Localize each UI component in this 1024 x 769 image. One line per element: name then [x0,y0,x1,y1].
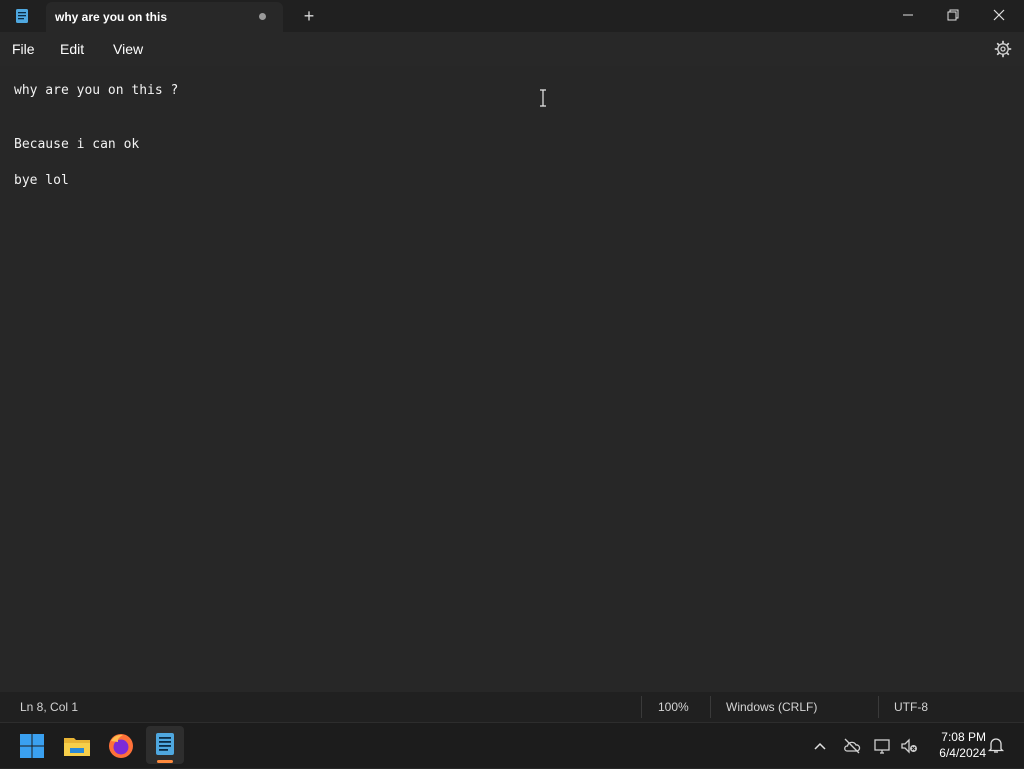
menu-view[interactable]: View [113,41,143,57]
start-icon[interactable] [16,730,48,762]
close-icon [993,9,1005,21]
line-ending[interactable]: Windows (CRLF) [726,700,817,714]
taskbar: 7:08 PM 6/4/2024 [0,722,1024,768]
editor-line: bye lol [14,173,69,188]
text-cursor-icon [540,89,546,107]
clock-date: 6/4/2024 [939,746,986,760]
file-explorer-icon[interactable] [61,730,93,762]
cursor-position[interactable]: Ln 8, Col 1 [20,700,78,714]
editor-line: why are you on this ? [14,83,179,98]
cloud-offline-icon[interactable] [842,736,862,756]
clock-time: 7:08 PM [941,730,986,744]
editor-line: Because i can ok [14,137,140,152]
status-bar: Ln 8, Col 1 100% Windows (CRLF) UTF-8 [0,692,1024,722]
close-button[interactable] [976,0,1022,30]
notification-bell-icon[interactable] [987,736,1005,754]
minimize-icon [903,14,913,16]
firefox-icon[interactable] [105,730,137,762]
show-hidden-icons-chevron-icon[interactable] [810,736,830,756]
restore-icon [947,9,959,21]
encoding[interactable]: UTF-8 [894,700,928,714]
settings-gear-icon[interactable] [994,40,1012,58]
new-tab-button[interactable]: + [299,6,319,26]
notepad-app-icon [16,9,28,23]
network-icon[interactable] [873,736,893,756]
document-tab[interactable]: why are you on this [46,2,283,32]
menu-bar: File Edit View [0,32,1024,66]
restore-button[interactable] [930,0,976,30]
zoom-level[interactable]: 100% [658,700,689,714]
notepad-taskbar-button[interactable] [146,726,184,764]
unsaved-indicator-icon[interactable] [259,13,266,20]
minimize-button[interactable] [885,0,931,30]
active-app-indicator [157,760,173,763]
status-divider [710,696,711,718]
menu-file[interactable]: File [12,41,35,57]
text-editor[interactable]: why are you on this ? Because i can ok b… [0,66,1024,692]
status-divider [641,696,642,718]
tab-title: why are you on this [55,10,168,24]
title-bar: why are you on this + [0,0,1024,32]
status-divider [878,696,879,718]
volume-muted-icon[interactable] [899,736,919,756]
notepad-icon [156,733,174,755]
menu-edit[interactable]: Edit [60,41,84,57]
system-clock[interactable]: 7:08 PM 6/4/2024 [926,729,986,761]
